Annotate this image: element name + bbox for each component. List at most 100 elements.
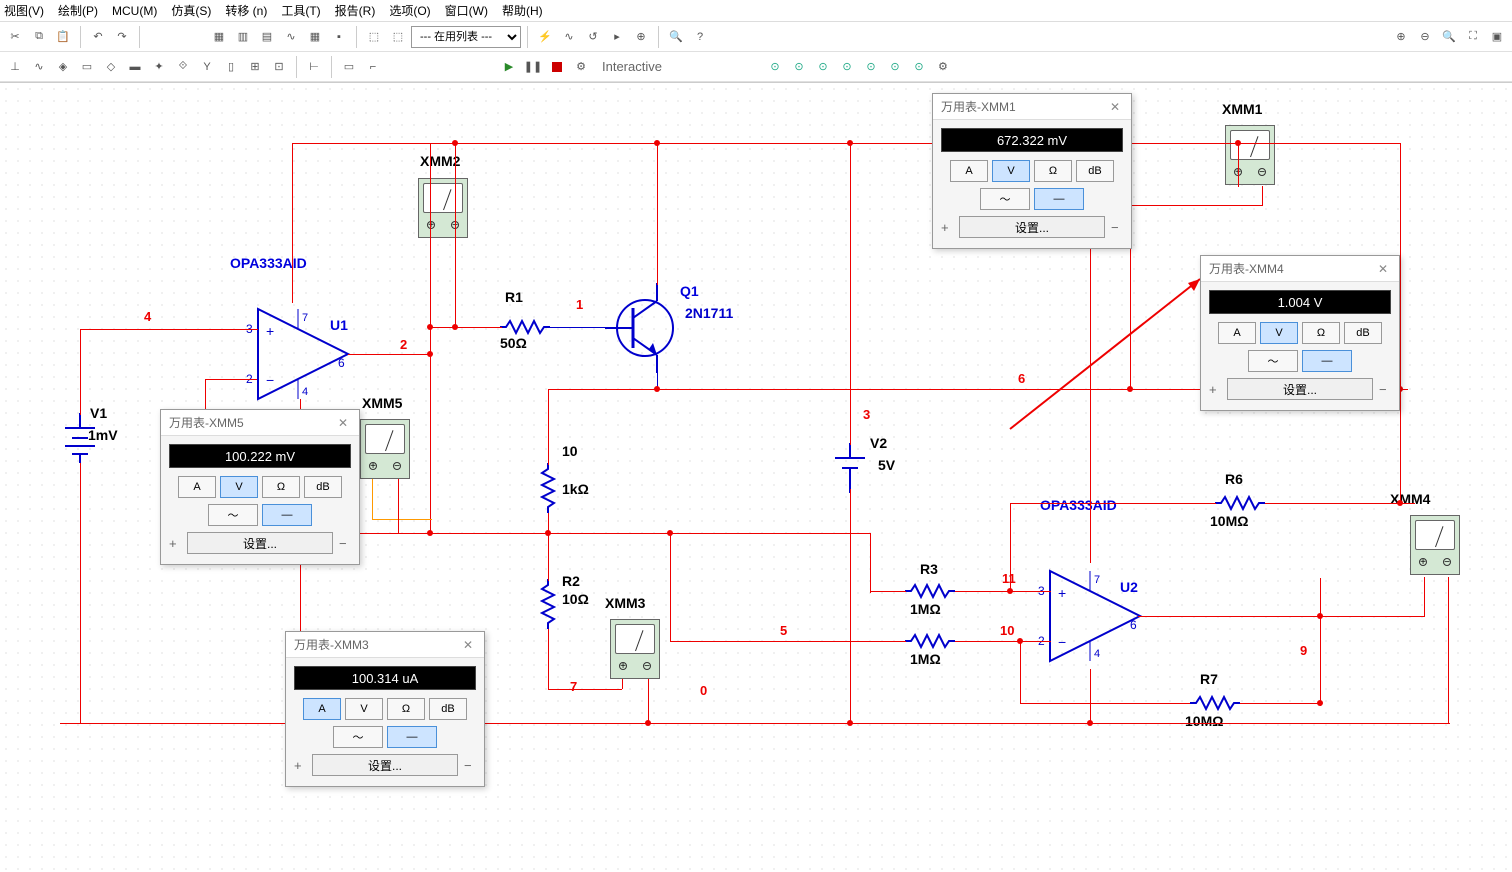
meter-xmm5[interactable]: +− [360,419,410,479]
mode-a-button[interactable]: A [303,698,341,720]
mode-v-button[interactable]: V [345,698,383,720]
meter-xmm3[interactable]: +− [610,619,660,679]
fullscreen-icon[interactable]: ▣ [1486,26,1508,48]
resistor-r6[interactable] [1215,495,1265,511]
menu-mcu[interactable]: MCU(M) [112,4,157,18]
inst5-icon[interactable]: ⊙ [860,56,882,78]
menu-window[interactable]: 窗口(W) [445,2,488,19]
mode-a-button[interactable]: A [1218,322,1256,344]
menu-help[interactable]: 帮助(H) [502,2,543,19]
doc-icon[interactable]: ▪ [328,26,350,48]
meter-xmm1[interactable]: +− [1225,125,1275,185]
resistor-r2[interactable] [540,579,556,629]
place2-icon[interactable]: ▭ [338,56,360,78]
mode-ohm-button[interactable]: Ω [1302,322,1340,344]
comp1-icon[interactable]: ⊥ [4,56,26,78]
grid-icon[interactable]: ▦ [208,26,230,48]
mode-db-button[interactable]: dB [304,476,342,498]
mode-v-button[interactable]: V [992,160,1030,182]
hier1-icon[interactable]: ⬚ [363,26,385,48]
ac-button[interactable]: 〜 [1248,350,1298,372]
stop-icon[interactable] [546,56,568,78]
mode-db-button[interactable]: dB [429,698,467,720]
close-icon[interactable]: ✕ [1375,261,1391,277]
bjt-q1[interactable] [605,283,685,376]
comp10-icon[interactable]: ▯ [220,56,242,78]
inst4-icon[interactable]: ⊙ [836,56,858,78]
menu-options[interactable]: 选项(O) [389,2,430,19]
probe2-icon[interactable]: ∿ [558,26,580,48]
settings-button[interactable]: 设置... [312,754,458,776]
comp3-icon[interactable]: ◈ [52,56,74,78]
resistor-r7[interactable] [1190,695,1240,711]
multimeter-popup-xmm1[interactable]: 万用表-XMM1✕ 672.322 mV A V Ω dB 〜 — +设置...… [932,93,1132,249]
paste-icon[interactable]: 📋 [52,26,74,48]
play-icon[interactable]: ▶ [498,56,520,78]
mode-db-button[interactable]: dB [1076,160,1114,182]
inst-gear-icon[interactable]: ⚙ [932,56,954,78]
dc-button[interactable]: — [262,504,312,526]
zoom-area-icon[interactable]: 🔍 [1438,26,1460,48]
comp2-icon[interactable]: ∿ [28,56,50,78]
settings-button[interactable]: 设置... [187,532,333,554]
mode-ohm-button[interactable]: Ω [1034,160,1072,182]
inst6-icon[interactable]: ⊙ [884,56,906,78]
multimeter-popup-xmm4[interactable]: 万用表-XMM4✕ 1.004 V A V Ω dB 〜 — +设置...− [1200,255,1400,411]
wave-icon[interactable]: ∿ [280,26,302,48]
search-icon[interactable]: 🔍 [665,26,687,48]
menu-view[interactable]: 视图(V) [4,2,44,19]
inst2-icon[interactable]: ⊙ [788,56,810,78]
comp5-icon[interactable]: ◇ [100,56,122,78]
mode-a-button[interactable]: A [950,160,988,182]
menu-report[interactable]: 报告(R) [335,2,376,19]
pause-icon[interactable]: ❚❚ [522,56,544,78]
inst1-icon[interactable]: ⊙ [764,56,786,78]
multimeter-popup-xmm5[interactable]: 万用表-XMM5✕ 100.222 mV A V Ω dB 〜 — +设置...… [160,409,360,565]
mode-ohm-button[interactable]: Ω [387,698,425,720]
grid3-icon[interactable]: ▤ [256,26,278,48]
mode-v-button[interactable]: V [220,476,258,498]
close-icon[interactable]: ✕ [335,415,351,431]
probe3-icon[interactable]: ↺ [582,26,604,48]
interactive-icon[interactable]: ⚙ [570,56,592,78]
place3-icon[interactable]: ⌐ [362,56,384,78]
mode-a-button[interactable]: A [178,476,216,498]
resistor-r5[interactable] [540,463,556,513]
resistor-r4[interactable] [905,633,955,649]
comp12-icon[interactable]: ⊡ [268,56,290,78]
dc-button[interactable]: — [387,726,437,748]
close-icon[interactable]: ✕ [460,637,476,653]
settings-button[interactable]: 设置... [1227,378,1373,400]
menu-sim[interactable]: 仿真(S) [171,2,211,19]
dc-button[interactable]: — [1302,350,1352,372]
ac-button[interactable]: 〜 [208,504,258,526]
probe1-icon[interactable]: ⚡ [534,26,556,48]
zoom-in-icon[interactable]: ⊕ [1390,26,1412,48]
cut-icon[interactable]: ✂ [4,26,26,48]
ac-button[interactable]: 〜 [333,726,383,748]
ac-button[interactable]: 〜 [980,188,1030,210]
comp7-icon[interactable]: ✦ [148,56,170,78]
grid4-icon[interactable]: ▦ [304,26,326,48]
mode-v-button[interactable]: V [1260,322,1298,344]
dc-button[interactable]: — [1034,188,1084,210]
probe5-icon[interactable]: ⊕ [630,26,652,48]
probe4-icon[interactable]: ▸ [606,26,628,48]
hier2-icon[interactable]: ⬚ [387,26,409,48]
menu-xfer[interactable]: 转移 (n) [225,2,267,19]
place1-icon[interactable]: ⊢ [303,56,325,78]
meter-xmm4[interactable]: +− [1410,515,1460,575]
mode-db-button[interactable]: dB [1344,322,1382,344]
menu-tools[interactable]: 工具(T) [281,2,320,19]
zoom-fit-icon[interactable]: ⛶ [1462,26,1484,48]
redo-icon[interactable]: ↷ [111,26,133,48]
comp11-icon[interactable]: ⊞ [244,56,266,78]
undo-icon[interactable]: ↶ [87,26,109,48]
usage-list-dropdown[interactable]: --- 在用列表 --- [411,26,521,48]
help-icon[interactable]: ? [689,26,711,48]
grid2-icon[interactable]: ▥ [232,26,254,48]
inst3-icon[interactable]: ⊙ [812,56,834,78]
comp8-icon[interactable]: ⟐ [172,56,194,78]
close-icon[interactable]: ✕ [1107,99,1123,115]
comp9-icon[interactable]: Y [196,56,218,78]
